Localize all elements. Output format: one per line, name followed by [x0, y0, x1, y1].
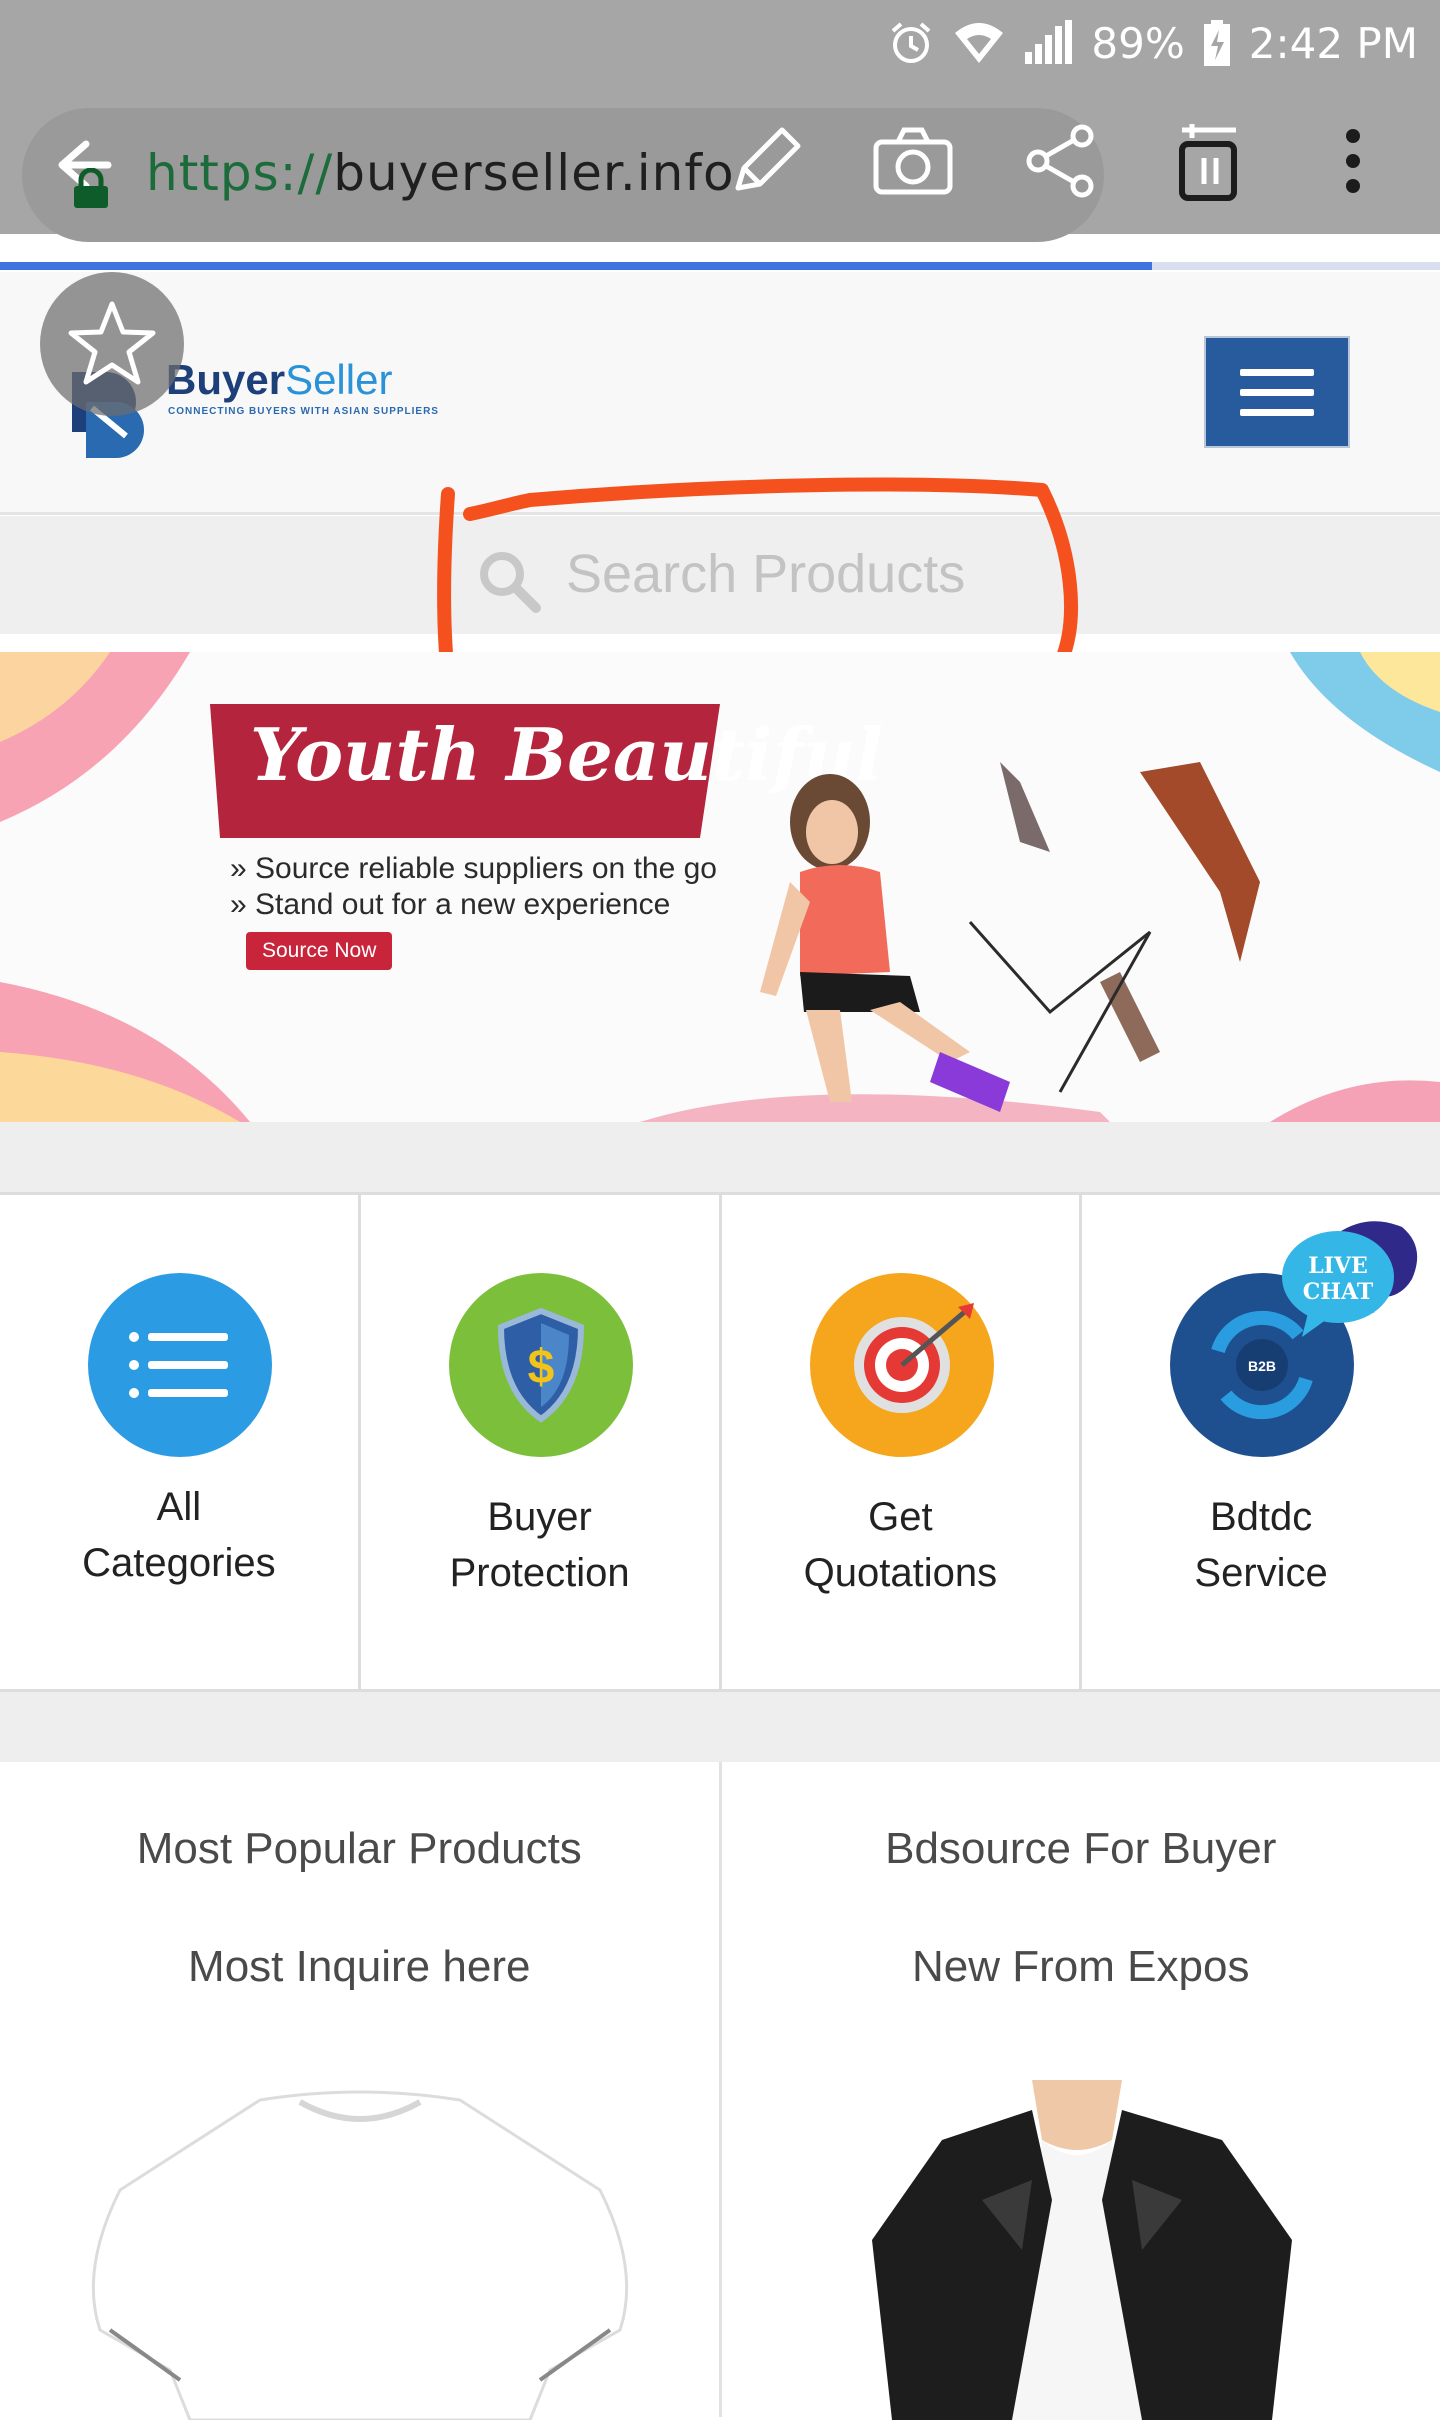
svg-text:$: $: [527, 1341, 554, 1394]
battery-percent: 89%: [1091, 19, 1184, 68]
logo-wordmark[interactable]: BuyerSeller: [166, 356, 392, 404]
bdsource-for-buyer-section[interactable]: Bdsource For Buyer New From Expos: [722, 1762, 1440, 2417]
star-icon: [66, 298, 158, 390]
browser-toolbar: https://buyerseller.info: [0, 88, 1440, 234]
url-text[interactable]: https://buyerseller.info: [146, 144, 735, 202]
promo-banner[interactable]: Youth Beautiful » Source reliable suppli…: [0, 652, 1440, 1122]
svg-text:LIVE: LIVE: [1308, 1253, 1368, 1279]
quick-links: All Categories $ Buyer Protection Get Qu…: [0, 1192, 1440, 1692]
edit-pencil-icon[interactable]: [724, 118, 810, 204]
search-bar: [0, 516, 1440, 634]
search-input[interactable]: [470, 526, 1030, 622]
tile-bdtdc-service[interactable]: B2B LIVE CHAT Bdtdc Service: [1082, 1195, 1440, 1689]
more-options-icon[interactable]: [1310, 118, 1396, 204]
source-now-button[interactable]: Source Now: [246, 932, 392, 970]
wifi-icon: [953, 21, 1005, 65]
section-divider: [0, 1692, 1440, 1762]
status-bar: 89% 2:42 PM: [0, 0, 1440, 88]
tile-label: All Categories: [0, 1479, 358, 1591]
target-icon: [808, 1271, 996, 1459]
url-scheme: https://: [146, 144, 333, 202]
signal-icon: [1023, 20, 1073, 66]
status-icons: 89% 2:42 PM: [887, 10, 1418, 76]
lock-icon: [70, 168, 112, 208]
product-sections: Most Popular Products Most Inquire here …: [0, 1762, 1440, 2417]
tile-buyer-protection[interactable]: $ Buyer Protection: [361, 1195, 722, 1689]
svg-text:B2B: B2B: [1248, 1358, 1276, 1374]
alarm-icon: [887, 19, 935, 67]
leather-jacket-image[interactable]: [872, 2080, 1292, 2420]
logo-tagline: CONNECTING BUYERS WITH ASIAN SUPPLIERS: [168, 406, 439, 417]
section-title[interactable]: Most Popular Products: [0, 1824, 719, 1874]
clock: 2:42 PM: [1249, 19, 1418, 68]
tile-get-quotations[interactable]: Get Quotations: [722, 1195, 1083, 1689]
most-popular-products-section[interactable]: Most Popular Products Most Inquire here: [0, 1762, 722, 2417]
tile-label: Bdtdc Service: [1082, 1489, 1440, 1601]
section-divider: [0, 1122, 1440, 1192]
tabs-icon[interactable]: [1166, 118, 1252, 204]
menu-bar-icon: [1240, 409, 1314, 416]
tile-label: Buyer Protection: [361, 1489, 719, 1601]
live-chat-badge-icon[interactable]: LIVE CHAT: [1278, 1213, 1426, 1341]
page-load-progress: [0, 262, 1440, 270]
section-subtitle[interactable]: Most Inquire here: [0, 1942, 719, 1992]
svg-text:CHAT: CHAT: [1303, 1279, 1374, 1305]
hamburger-menu-button[interactable]: [1204, 336, 1350, 448]
banner-title: Youth Beautiful: [250, 712, 710, 797]
camera-icon[interactable]: [870, 118, 956, 204]
white-tshirt-image[interactable]: [80, 2080, 640, 2420]
banner-bullet-2: » Stand out for a new experience: [230, 888, 670, 922]
menu-bar-icon: [1240, 369, 1314, 376]
logo-word-buyer: Buyer: [166, 356, 285, 403]
battery-charging-icon: [1203, 20, 1231, 66]
banner-bullet-1: » Source reliable suppliers on the go: [230, 852, 717, 886]
bookmark-star-button[interactable]: [40, 272, 184, 416]
list-icon: [86, 1271, 274, 1459]
model-with-shoes-image: [720, 762, 1320, 1122]
logo-word-seller: Seller: [285, 356, 392, 403]
url-host: buyerseller.info: [333, 144, 734, 202]
section-title[interactable]: Bdsource For Buyer: [722, 1824, 1440, 1874]
shield-dollar-icon: $: [447, 1271, 635, 1459]
tile-all-categories[interactable]: All Categories: [0, 1195, 361, 1689]
section-subtitle[interactable]: New From Expos: [722, 1942, 1440, 1992]
tile-label: Get Quotations: [722, 1489, 1080, 1601]
menu-bar-icon: [1240, 389, 1314, 396]
page-load-progress-fill: [0, 262, 1152, 270]
share-icon[interactable]: [1018, 118, 1104, 204]
